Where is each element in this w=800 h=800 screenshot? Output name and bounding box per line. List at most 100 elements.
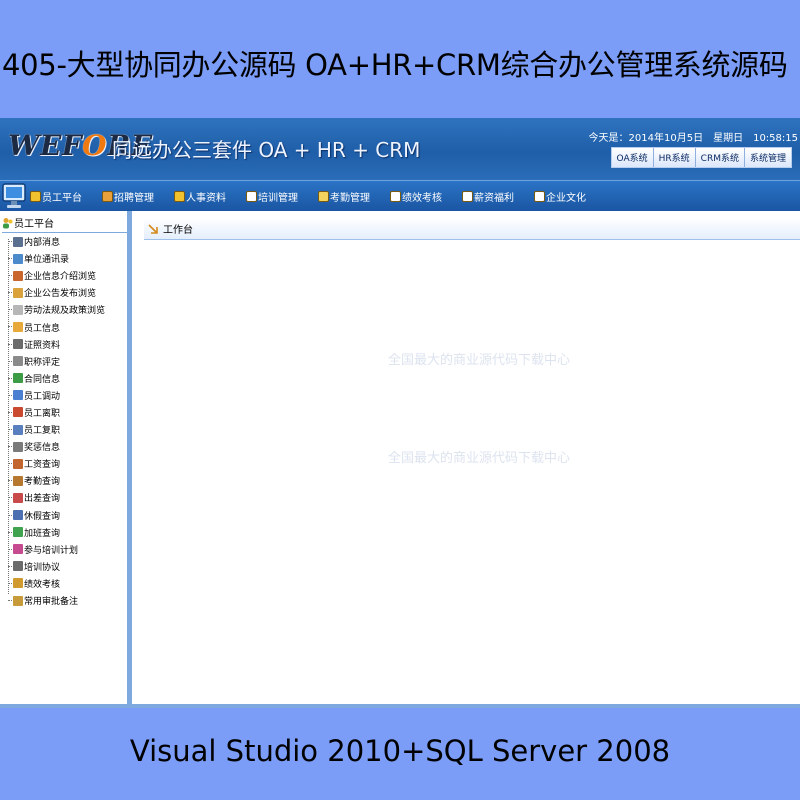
menu-item-icon	[13, 407, 23, 418]
edit-icon	[462, 191, 473, 202]
sidebar-item-label: 员工离职	[24, 408, 61, 419]
menu-item-icon	[13, 424, 23, 435]
menu-item-icon	[13, 373, 23, 384]
tab-hr-system[interactable]: HR系统	[653, 148, 696, 167]
sidebar-item-label: 合同信息	[24, 374, 61, 385]
sidebar-item-employee-info[interactable]: 员工信息	[4, 318, 129, 335]
nav-item-performance[interactable]: 绩效考核	[390, 189, 442, 204]
system-tabs: OA系统 HR系统 CRM系统 系统管理	[610, 147, 792, 168]
main-area: 员工平台 内部消息单位通讯录企业信息介绍浏览 企业公告发布浏览 劳动法规及政策浏览员…	[0, 211, 800, 708]
sidebar-item-transfers[interactable]: 员工调动	[4, 387, 129, 404]
sidebar-item-overtime-query[interactable]: 加班查询	[4, 524, 129, 541]
brand-subtitle: 同远办公三套件 OA + HR + CRM	[112, 138, 421, 162]
sidebar-item-label: 劳动法规及政策浏览	[24, 306, 106, 317]
sidebar-item-approval-notes[interactable]: 常用审批备注	[4, 592, 129, 609]
sidebar-item-label: 参与培训计划	[24, 545, 79, 556]
sidebar-item-labor-law[interactable]: 劳动法规及政策浏览	[4, 301, 129, 318]
attendance-icon	[318, 191, 329, 202]
sidebar-item-label: 工资查询	[24, 460, 61, 471]
tab-crm-system[interactable]: CRM系统	[695, 148, 745, 167]
menu-item-icon	[13, 287, 23, 298]
sidebar-item-announcements[interactable]: 企业公告发布浏览	[4, 284, 129, 301]
menu-item-icon	[13, 475, 23, 486]
sidebar-item-label: 奖惩信息	[24, 443, 61, 454]
sidebar-item-directory[interactable]: 单位通讯录	[4, 250, 129, 267]
sidebar-item-label: 企业公告发布浏览	[24, 289, 97, 300]
sidebar-item-training-agreement[interactable]: 培训协议	[4, 558, 129, 575]
sidebar-item-label: 证照资料	[24, 340, 61, 351]
sidebar-item-title-review[interactable]: 职称评定	[4, 353, 129, 370]
sidebar-tree: 内部消息单位通讯录企业信息介绍浏览 企业公告发布浏览 劳动法规及政策浏览 员工信息证照…	[4, 233, 129, 609]
nav-item-recruitment[interactable]: 招聘管理	[102, 189, 154, 204]
sidebar-item-leave-query[interactable]: 休假查询	[4, 507, 129, 524]
sidebar-item-label: 员工信息	[24, 323, 61, 334]
tab-system-management[interactable]: 系统管理	[744, 148, 791, 167]
menu-item-icon	[13, 458, 23, 469]
sidebar-item-company-info[interactable]: 企业信息介绍浏览	[4, 267, 129, 284]
sidebar-item-label: 企业信息介绍浏览	[24, 272, 97, 283]
people-icon	[3, 217, 13, 228]
sidebar-item-label: 出差查询	[24, 494, 61, 505]
people-icon	[174, 191, 185, 202]
people-icon	[30, 191, 41, 202]
content-panel: 工作台 全国最大的商业源代码下载中心 全国最大的商业源代码下载中心	[136, 211, 800, 708]
sidebar-item-label: 员工调动	[24, 391, 61, 402]
menu-item-icon	[13, 356, 23, 367]
menu-item-icon	[13, 527, 23, 538]
sidebar-item-certificates[interactable]: 证照资料	[4, 336, 129, 353]
app-window: WEFORE 同远办公三套件 OA + HR + CRM 今天是：2014年10…	[0, 118, 800, 708]
sidebar-title[interactable]: 员工平台	[2, 215, 127, 233]
menu-item-icon	[13, 441, 23, 452]
menu-item-icon	[13, 578, 23, 589]
nav-item-payroll[interactable]: 薪资福利	[462, 189, 514, 204]
monitor-icon	[2, 183, 26, 208]
edit-icon	[390, 191, 401, 202]
watermark-text: 全国最大的商业源代码下载中心	[388, 451, 571, 466]
bottom-banner-text: Visual Studio 2010+SQL Server 2008	[129, 734, 671, 768]
sidebar-item-reinstatement[interactable]: 员工复职	[4, 421, 129, 438]
sidebar-item-resignations[interactable]: 员工离职	[4, 404, 129, 421]
menu-item-icon	[13, 322, 23, 333]
app-header: WEFORE 同远办公三套件 OA + HR + CRM 今天是：2014年10…	[0, 118, 800, 180]
sidebar-item-rewards-penalties[interactable]: 奖惩信息	[4, 438, 129, 455]
sidebar-item-label: 加班查询	[24, 528, 61, 539]
breadcrumb-label: 工作台	[163, 225, 193, 236]
nav-item-training[interactable]: 培训管理	[246, 189, 298, 204]
nav-item-hr-records[interactable]: 人事资料	[174, 189, 226, 204]
tab-oa-system[interactable]: OA系统	[611, 148, 654, 167]
sidebar-item-label: 员工复职	[24, 426, 61, 437]
current-date-time: 今天是：2014年10月5日 星期日 10:58:15	[588, 133, 798, 144]
menu-item-icon	[13, 270, 23, 281]
sidebar-item-salary-query[interactable]: 工资查询	[4, 455, 129, 472]
sidebar-item-performance-review[interactable]: 绩效考核	[4, 575, 129, 592]
nav-item-culture[interactable]: 企业文化	[534, 189, 586, 204]
sidebar-item-label: 培训协议	[24, 562, 61, 573]
sidebar-item-label: 单位通讯录	[24, 255, 70, 266]
menu-item-icon	[13, 492, 23, 503]
edit-icon	[534, 191, 545, 202]
sidebar-item-label: 职称评定	[24, 357, 61, 368]
recruit-icon	[102, 191, 113, 202]
training-icon	[246, 191, 257, 202]
sidebar-item-label: 考勤查询	[24, 477, 61, 488]
sidebar-item-label: 绩效考核	[24, 579, 61, 590]
nav-item-attendance[interactable]: 考勤管理	[318, 189, 370, 204]
menu-item-icon	[13, 390, 23, 401]
menu-item-icon	[13, 544, 23, 555]
menu-item-icon	[13, 510, 23, 521]
sidebar-item-label: 常用审批备注	[24, 597, 79, 608]
bottom-banner: Visual Studio 2010+SQL Server 2008	[0, 708, 800, 800]
arrow-icon	[148, 223, 158, 234]
main-nav-bar: 员工平台 招聘管理 人事资料 培训管理 考勤管理 绩效考核 薪资福利 企业文化	[0, 180, 800, 211]
menu-item-icon	[13, 339, 23, 350]
sidebar-item-internal-messages[interactable]: 内部消息	[4, 233, 129, 250]
menu-item-icon	[13, 561, 23, 572]
sidebar-item-attendance-query[interactable]: 考勤查询	[4, 472, 129, 489]
sidebar-item-training-plan[interactable]: 参与培训计划	[4, 541, 129, 558]
menu-item-icon	[13, 253, 23, 264]
nav-item-employee-platform[interactable]: 员工平台	[30, 189, 82, 204]
watermark-text: 全国最大的商业源代码下载中心	[388, 353, 571, 368]
sidebar-item-contracts[interactable]: 合同信息	[4, 370, 129, 387]
menu-item-icon	[13, 236, 23, 247]
sidebar-item-business-trip-query[interactable]: 出差查询	[4, 489, 129, 506]
